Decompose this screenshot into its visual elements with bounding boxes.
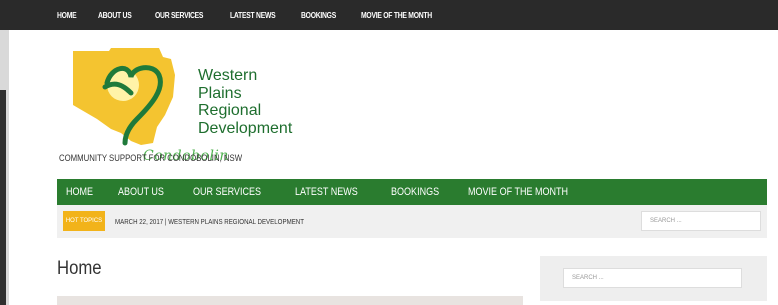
top-nav-bookings[interactable]: BOOKINGS (301, 11, 336, 20)
main-nav-services[interactable]: OUR SERVICES (193, 186, 261, 198)
main-navigation-bar: HOME ABOUT US OUR SERVICES LATEST NEWS B… (57, 179, 767, 205)
sidebar-search-widget: SEARCH ... (540, 256, 767, 301)
logo-line-plains: Plains (198, 84, 242, 102)
hot-topics-bar: HOT TOPICS MARCH 22, 2017 | WESTERN PLAI… (57, 205, 767, 238)
logo-line-regional: Regional (198, 102, 262, 119)
hot-topics-link[interactable]: MARCH 22, 2017 | WESTERN PLAINS REGIONAL… (115, 217, 304, 226)
top-navigation-bar: HOME ABOUT US OUR SERVICES LATEST NEWS B… (0, 0, 778, 30)
page-title: Home (57, 258, 102, 279)
top-nav-news[interactable]: LATEST NEWS (230, 11, 276, 20)
top-nav-home[interactable]: HOME (57, 11, 77, 20)
page-content: Western Plains Regional Development Cond… (47, 30, 769, 305)
main-nav-bookings[interactable]: BOOKINGS (391, 186, 439, 198)
main-nav-home[interactable]: HOME (66, 186, 93, 198)
top-nav-services[interactable]: OUR SERVICES (155, 11, 203, 20)
logo-title: Western Plains Regional Development (198, 67, 292, 137)
main-nav-about[interactable]: ABOUT US (118, 186, 164, 198)
site-logo[interactable]: Western Plains Regional Development Cond… (59, 45, 292, 185)
page-container: Western Plains Regional Development Cond… (9, 30, 778, 305)
content-area (57, 296, 523, 305)
logo-line-western: Western (198, 67, 258, 84)
main-nav-movie[interactable]: MOVIE OF THE MONTH (468, 186, 568, 198)
main-nav-news[interactable]: LATEST NEWS (295, 186, 358, 198)
nsw-map-logo-icon (73, 48, 175, 146)
top-nav-movie[interactable]: MOVIE OF THE MONTH (361, 11, 432, 20)
top-nav-menu: HOME ABOUT US OUR SERVICES LATEST NEWS B… (57, 0, 462, 30)
logo-line-development: Development (198, 119, 293, 137)
left-edge-strip (0, 30, 9, 305)
hot-topics-badge: HOT TOPICS (63, 211, 105, 231)
top-nav-about[interactable]: ABOUT US (98, 11, 132, 20)
sidebar-search-input[interactable]: SEARCH ... (563, 268, 742, 288)
left-edge-dark (0, 90, 6, 305)
header-search-input[interactable]: SEARCH ... (641, 211, 761, 231)
site-tagline: COMMUNITY SUPPORT FOR CONDOBOLIN, NSW (59, 153, 243, 164)
